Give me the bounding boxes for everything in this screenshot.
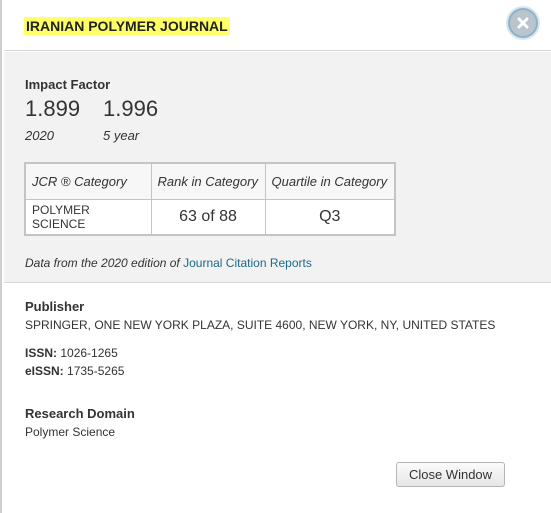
column-header-category: JCR ® Category (24, 162, 152, 200)
impact-factor-value: 1.899 (25, 96, 81, 121)
research-domain-value: Polymer Science (25, 425, 116, 439)
jcr-link[interactable]: Journal Citation Reports (183, 256, 312, 270)
close-window-button[interactable]: Close Window (396, 462, 505, 487)
eissn-value: 1735-5265 (67, 364, 125, 378)
table-header-row: JCR ® Category Rank in Category Quartile… (24, 162, 396, 200)
issn-label: ISSN: (25, 346, 58, 360)
five-year-label: 5 year (103, 128, 140, 143)
close-icon (517, 17, 529, 29)
publisher-label: Publisher (25, 299, 85, 314)
close-dialog-button[interactable] (508, 8, 538, 38)
impact-factor-panel: Impact Factor 1.899 2020 1.996 5 year JC… (4, 52, 551, 283)
issn-value: 1026-1265 (60, 346, 118, 360)
eissn-label: eISSN: (25, 364, 64, 378)
jcr-category-table: JCR ® Category Rank in Category Quartile… (24, 162, 396, 236)
dialog-header: IRANIAN POLYMER JOURNAL (4, 0, 551, 51)
eissn-line: eISSN: 1735-5265 (25, 364, 124, 378)
five-year-impact-factor-value: 1.996 (103, 96, 159, 121)
impact-factor-label: Impact Factor (25, 77, 111, 92)
research-domain-label: Research Domain (25, 406, 135, 421)
column-header-rank: Rank in Category (150, 162, 266, 200)
table-row: POLYMER SCIENCE 63 of 88 Q3 (24, 198, 396, 236)
column-header-quartile: Quartile in Category (264, 162, 396, 200)
data-note-text: Data from the 2020 edition of (25, 256, 184, 270)
rank-cell: 63 of 88 (150, 198, 266, 236)
impact-factor-year: 2020 (25, 128, 54, 143)
issn-line: ISSN: 1026-1265 (25, 346, 118, 360)
journal-info-dialog: IRANIAN POLYMER JOURNAL Impact Factor 1.… (0, 0, 551, 513)
data-source-note: Data from the 2020 edition of Journal Ci… (25, 256, 312, 270)
quartile-cell: Q3 (264, 198, 396, 236)
journal-title: IRANIAN POLYMER JOURNAL (24, 17, 230, 35)
category-cell: POLYMER SCIENCE (24, 198, 152, 236)
publisher-value: SPRINGER, ONE NEW YORK PLAZA, SUITE 4600… (25, 318, 496, 332)
